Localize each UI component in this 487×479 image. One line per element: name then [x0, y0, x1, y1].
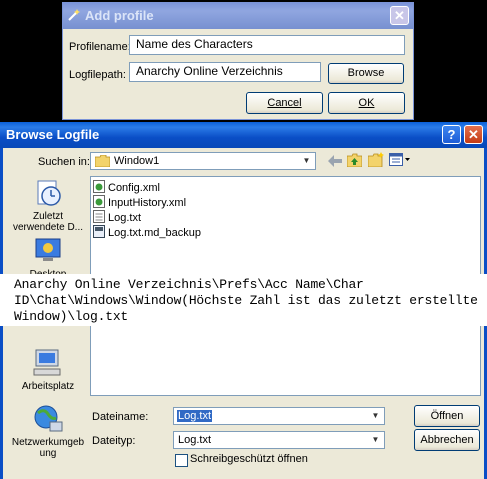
readonly-label: Schreibgeschützt öffnen	[190, 453, 308, 465]
path-annotation: Anarchy Online Verzeichnis\Prefs\Acc Nam…	[0, 274, 487, 326]
add-profile-titlebar[interactable]: Add profile ✕	[63, 3, 413, 29]
xml-file-icon	[93, 180, 105, 193]
file-item-log-backup[interactable]: Log.txt.md_backup	[93, 225, 201, 240]
file-item-config[interactable]: Config.xml	[93, 180, 160, 195]
ok-label: OK	[358, 97, 375, 109]
filetype-combo[interactable]: Log.txt ▼	[173, 431, 385, 449]
logfile-path-label: Logfilepath:	[69, 69, 126, 81]
file-name: Log.txt	[108, 212, 142, 224]
place-recent[interactable]: Zuletzt verwendete D...	[8, 178, 88, 233]
cancel-label: Cancel	[267, 97, 302, 109]
folder-icon	[95, 155, 110, 167]
open-button[interactable]: Öffnen	[414, 405, 480, 427]
look-in-value: Window1	[114, 155, 160, 167]
add-profile-dialog: Add profile ✕ Profilename: Name des Char…	[62, 2, 414, 120]
file-name: InputHistory.xml	[108, 197, 187, 209]
up-folder-icon[interactable]	[347, 153, 362, 167]
look-in-label: Suchen in:	[38, 156, 90, 168]
filetype-value: Log.txt	[178, 434, 212, 446]
add-profile-title: Add profile	[85, 8, 154, 23]
desktop-icon	[35, 238, 61, 261]
place-my-computer-label: Arbeitsplatz	[21, 381, 75, 392]
backup-file-icon	[93, 225, 105, 238]
network-places-icon	[34, 405, 63, 432]
help-button[interactable]: ?	[442, 125, 461, 144]
look-in-dropdown[interactable]: Window1 ▼	[90, 152, 316, 170]
add-profile-ok-button[interactable]: OK	[328, 92, 405, 114]
wand-icon	[68, 9, 80, 21]
place-network-label: Netzwerkumgebung	[11, 437, 85, 459]
chevron-down-icon[interactable]: ▼	[299, 154, 314, 168]
browse-titlebar[interactable]: Browse Logfile ? ✕	[0, 122, 487, 148]
place-recent-label: Zuletzt verwendete D...	[12, 211, 84, 233]
place-my-computer[interactable]: Arbeitsplatz	[8, 348, 88, 392]
new-folder-icon[interactable]	[368, 152, 384, 167]
view-menu-icon[interactable]	[389, 153, 411, 166]
profile-name-field[interactable]: Name des Characters	[129, 35, 405, 55]
recent-documents-icon	[37, 180, 61, 206]
browse-title: Browse Logfile	[6, 127, 100, 142]
filename-label: Dateiname:	[92, 411, 149, 423]
cancel-button[interactable]: Abbrechen	[414, 429, 480, 451]
place-network[interactable]: Netzwerkumgebung	[8, 404, 88, 459]
logfile-path-field[interactable]: Anarchy Online Verzeichnis	[129, 62, 321, 82]
filetype-label: Dateityp:	[92, 435, 136, 447]
profile-name-label: Profilename:	[69, 41, 131, 53]
file-name: Log.txt.md_backup	[108, 227, 201, 239]
xml-file-icon	[93, 195, 105, 208]
filename-combo[interactable]: Log.txt ▼	[173, 407, 385, 425]
file-name: Config.xml	[108, 182, 160, 194]
my-computer-icon	[33, 349, 61, 376]
readonly-checkbox[interactable]	[175, 454, 188, 467]
file-item-log[interactable]: Log.txt	[93, 210, 141, 225]
browse-close-button[interactable]: ✕	[464, 125, 483, 144]
add-profile-close-button[interactable]: ✕	[390, 6, 409, 25]
browse-button[interactable]: Browse	[328, 63, 404, 84]
filename-value[interactable]: Log.txt	[177, 410, 213, 422]
chevron-down-icon[interactable]: ▼	[368, 433, 383, 447]
add-profile-cancel-button[interactable]: Cancel	[246, 92, 323, 114]
back-arrow-icon[interactable]	[328, 155, 342, 167]
chevron-down-icon[interactable]: ▼	[368, 409, 383, 423]
text-file-icon	[93, 210, 105, 223]
file-item-inputhistory[interactable]: InputHistory.xml	[93, 195, 186, 210]
